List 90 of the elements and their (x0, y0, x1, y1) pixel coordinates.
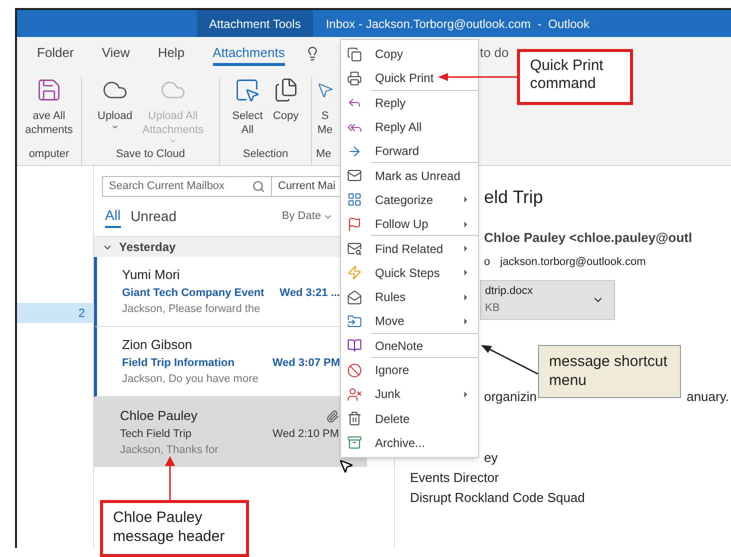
message-time: Wed 3:21 ... (280, 286, 340, 301)
search-field[interactable]: Search Current Mailbox (102, 176, 272, 197)
message-subject: Tech Field Trip (120, 426, 192, 442)
move-folder-icon (347, 314, 362, 329)
group-label: omputer (28, 146, 70, 162)
submenu-arrow-icon (461, 268, 470, 278)
mouse-cursor-icon (338, 457, 354, 475)
flag-icon (347, 216, 362, 232)
save-icon (36, 77, 62, 103)
forward-arrow-icon (347, 144, 362, 159)
attachment-card[interactable]: dtrip.docx KB (480, 280, 615, 320)
caret-icon (168, 137, 177, 145)
message-time: Wed 2:10 PM (272, 426, 339, 442)
copy-icon (347, 46, 362, 62)
caret-icon (110, 123, 119, 131)
search-icon (252, 180, 265, 193)
sender-name: Zion Gibson (122, 336, 192, 354)
message-item[interactable]: Chloe Pauley Tech Field Trip Wed 2:10 PM Jackson, Thanks for (94, 397, 367, 467)
tell-me-text[interactable]: to do (480, 43, 509, 63)
search-placeholder: Search Current Mailbox (109, 179, 226, 194)
filter-tab[interactable]: All (105, 205, 121, 228)
menu-item[interactable]: Follow Up (341, 212, 478, 236)
body-text: anuary. (686, 388, 729, 406)
sender-name: Chloe Pauley (120, 407, 198, 426)
ribbon-button[interactable]: Copy (272, 77, 299, 146)
ribbon-button[interactable]: S Me (316, 77, 334, 146)
attachment-size: KB (485, 300, 500, 316)
menu-item[interactable]: Copy (341, 42, 478, 66)
ignore-icon (347, 362, 362, 378)
callout-arrow (481, 345, 539, 375)
submenu-arrow-icon (461, 244, 470, 254)
message-subject: Giant Tech Company Event (122, 286, 264, 301)
group-label: Me (316, 146, 332, 162)
ribbon-tab[interactable]: View (102, 43, 130, 63)
signature-line: ey (484, 449, 498, 467)
menu-item[interactable]: Forward (341, 139, 478, 164)
ribbon-button[interactable]: ave All achments (25, 77, 73, 146)
pointer-icon (316, 81, 334, 99)
to-label: o (484, 255, 490, 270)
category-grid-icon (347, 192, 362, 208)
group-label: Selection (242, 146, 288, 162)
recipient-address: jackson.torborg@outlook.com (500, 255, 646, 270)
ribbon-button[interactable]: Upload (98, 77, 132, 146)
sort-dropdown[interactable]: By Date (282, 208, 333, 225)
junk-person-icon (347, 386, 362, 402)
ribbon-tab[interactable]: Folder (37, 43, 74, 63)
message-preview: Jackson, Do you have more (122, 372, 258, 385)
sender-line: Chloe Pauley <chloe.pauley@outl (484, 230, 692, 246)
message-preview: Jackson, Please forward the (122, 302, 260, 315)
context-tab-title: Attachment Tools (197, 10, 313, 37)
submenu-arrow-icon (461, 316, 470, 326)
paperclip-icon (326, 410, 339, 422)
group-label: Yesterday (119, 239, 176, 256)
copy-icon (272, 77, 299, 103)
message-preview: Jackson, Thanks for (120, 443, 218, 456)
signature-line: Events Director (410, 469, 499, 487)
submenu-arrow-icon (461, 195, 470, 204)
rules-envelope-icon (347, 290, 362, 305)
callout-arrow (164, 456, 176, 501)
signature-line: Disrupt Rockland Code Squad (410, 489, 585, 507)
ribbon-tab[interactable]: Attachments (212, 40, 285, 66)
ribbon-tab[interactable]: Help (158, 43, 185, 63)
trash-icon (347, 411, 362, 426)
message-time: Wed 3:07 PM (272, 356, 340, 371)
body-text: organizin (484, 388, 537, 406)
submenu-arrow-icon (461, 220, 470, 229)
notebook-icon (347, 338, 362, 354)
window-title: Inbox - Jackson.Torborg@outlook.com - Outlook (326, 16, 590, 32)
attachment-name: dtrip.docx (485, 284, 533, 299)
filter-tab[interactable]: Unread (130, 206, 176, 227)
sender-name: Yumi Mori (122, 266, 180, 284)
envelope-icon (347, 168, 362, 184)
submenu-arrow-icon (461, 390, 470, 399)
callout-box: Chloe Pauley message header (100, 500, 249, 557)
message-subject: Field Trip Information (122, 356, 234, 371)
message-subject-heading: eld Trip (484, 186, 544, 208)
select-all-icon (234, 77, 260, 103)
menu-item[interactable]: Quick Print (341, 66, 478, 91)
envelope-search-icon (347, 241, 362, 256)
submenu-arrow-icon (461, 292, 470, 302)
callout-box: Quick Print command (517, 49, 633, 105)
group-label: Save to Cloud (116, 146, 186, 162)
lightning-icon (347, 265, 362, 280)
folder-item[interactable]: 2 (17, 303, 93, 323)
printer-icon (347, 70, 362, 86)
menu-item[interactable]: Reply (341, 90, 478, 115)
menu-item[interactable]: Reply All (341, 114, 478, 140)
archive-box-icon (347, 435, 362, 450)
callout-box: message shortcut menu (538, 345, 681, 398)
ribbon-button[interactable]: Select All (232, 77, 263, 146)
